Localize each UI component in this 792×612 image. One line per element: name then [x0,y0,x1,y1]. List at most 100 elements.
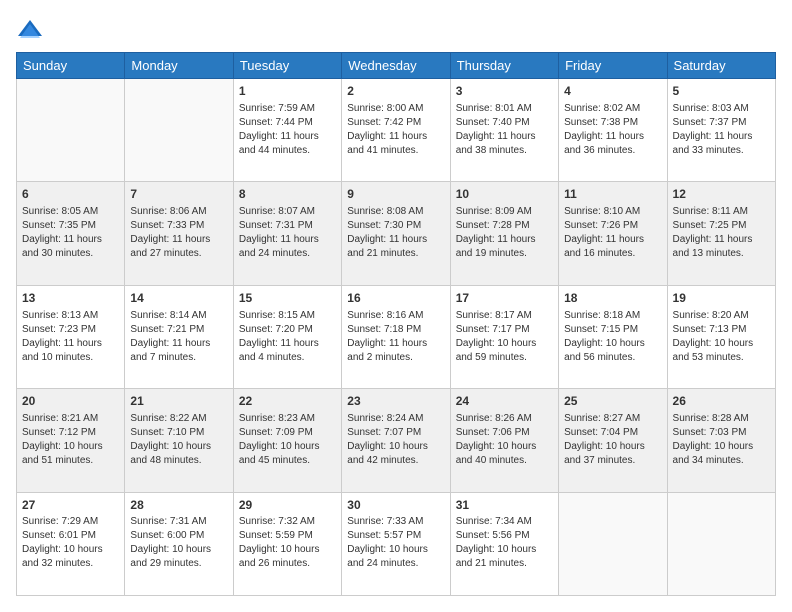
day-number: 23 [347,393,444,410]
sunset-text: Sunset: 7:17 PM [456,324,530,335]
sunset-text: Sunset: 7:12 PM [22,427,96,438]
sunrise-text: Sunrise: 8:18 AM [564,310,640,321]
sunrise-text: Sunrise: 8:24 AM [347,413,423,424]
calendar-cell: 14Sunrise: 8:14 AMSunset: 7:21 PMDayligh… [125,285,233,388]
page: SundayMondayTuesdayWednesdayThursdayFrid… [0,0,792,612]
calendar-week-row: 20Sunrise: 8:21 AMSunset: 7:12 PMDayligh… [17,389,776,492]
daylight-text: Daylight: 11 hours and 19 minutes. [456,234,536,259]
sunrise-text: Sunrise: 7:34 AM [456,516,532,527]
sunset-text: Sunset: 7:04 PM [564,427,638,438]
calendar-header-tuesday: Tuesday [233,53,341,79]
calendar-week-row: 1Sunrise: 7:59 AMSunset: 7:44 PMDaylight… [17,79,776,182]
daylight-text: Daylight: 11 hours and 4 minutes. [239,338,319,363]
daylight-text: Daylight: 11 hours and 36 minutes. [564,131,644,156]
sunset-text: Sunset: 7:03 PM [673,427,747,438]
calendar-cell: 26 Sunrise: 8:28 AM Sunset: 7:03 PM Dayligh… [667,389,775,492]
day-number: 13 [22,290,119,307]
calendar-cell: 28Sunrise: 7:31 AMSunset: 6:00 PMDayligh… [125,492,233,595]
sunset-text: Sunset: 7:20 PM [239,324,313,335]
sunrise-text: Sunrise: 8:20 AM [673,310,749,321]
sunrise-text: Sunrise: 8:22 AM [130,413,206,424]
daylight-text: Daylight: 11 hours and 13 minutes. [673,234,753,259]
day-number: 8 [239,186,336,203]
sunset-text: Sunset: 7:25 PM [673,220,747,231]
sunrise-text: Sunrise: 7:31 AM [130,516,206,527]
sunset-text: Sunset: 6:00 PM [130,530,204,541]
daylight-text: Daylight: 11 hours and 27 minutes. [130,234,210,259]
day-number: 30 [347,497,444,514]
calendar-cell: 13Sunrise: 8:13 AMSunset: 7:23 PMDayligh… [17,285,125,388]
day-number: 14 [130,290,227,307]
daylight-text: Daylight: 10 hours and 45 minutes. [239,441,320,466]
daylight-text: Daylight: 10 hours and 40 minutes. [456,441,537,466]
daylight-text: Daylight: 10 hours and 32 minutes. [22,544,103,569]
calendar-week-row: 13Sunrise: 8:13 AMSunset: 7:23 PMDayligh… [17,285,776,388]
sunset-text: Sunset: 7:37 PM [673,117,747,128]
daylight-text: Daylight: 10 hours and 24 minutes. [347,544,428,569]
day-number: 2 [347,83,444,100]
calendar-header-wednesday: Wednesday [342,53,450,79]
day-number: 18 [564,290,661,307]
calendar-cell [125,79,233,182]
calendar-header-friday: Friday [559,53,667,79]
sunset-text: Sunset: 7:09 PM [239,427,313,438]
sunset-text: Sunset: 7:13 PM [673,324,747,335]
calendar-week-row: 27Sunrise: 7:29 AMSunset: 6:01 PMDayligh… [17,492,776,595]
sunrise-text: Sunrise: 7:33 AM [347,516,423,527]
sunrise-text: Sunrise: 8:05 AM [22,206,98,217]
daylight-text: Daylight: 11 hours and 30 minutes. [22,234,102,259]
sunrise-text: Sunrise: 8:15 AM [239,310,315,321]
sunrise-text: Sunrise: 8:10 AM [564,206,640,217]
calendar-cell: 20Sunrise: 8:21 AMSunset: 7:12 PMDayligh… [17,389,125,492]
sunrise-text: Sunrise: 8:13 AM [22,310,98,321]
daylight-text: Daylight: 10 hours and 53 minutes. [673,338,754,363]
day-number: 25 [564,393,661,410]
calendar-cell: 11Sunrise: 8:10 AMSunset: 7:26 PMDayligh… [559,182,667,285]
sunset-text: Sunset: 7:35 PM [22,220,96,231]
sunset-text: Sunset: 7:30 PM [347,220,421,231]
sunrise-text: Sunrise: 8:21 AM [22,413,98,424]
sunrise-text: Sunrise: 8:16 AM [347,310,423,321]
sunrise-text: Sunrise: 8:00 AM [347,103,423,114]
daylight-text: Daylight: 10 hours and 59 minutes. [456,338,537,363]
sunrise-text: Sunrise: 8:09 AM [456,206,532,217]
sunset-text: Sunset: 7:18 PM [347,324,421,335]
calendar-cell: 31Sunrise: 7:34 AMSunset: 5:56 PMDayligh… [450,492,558,595]
calendar-cell: 4Sunrise: 8:02 AMSunset: 7:38 PMDaylight… [559,79,667,182]
daylight-text: Daylight: 10 hours and 48 minutes. [130,441,211,466]
sunset-text: Sunset: 5:56 PM [456,530,530,541]
day-number: 10 [456,186,553,203]
sunset-text: Sunset: 6:01 PM [22,530,96,541]
day-number: 31 [456,497,553,514]
calendar-header-row: SundayMondayTuesdayWednesdayThursdayFrid… [17,53,776,79]
daylight-text: Daylight: 10 hours and 42 minutes. [347,441,428,466]
day-number: 19 [673,290,770,307]
day-number: 5 [673,83,770,100]
sunset-text: Sunset: 7:10 PM [130,427,204,438]
sunset-text: Sunset: 7:07 PM [347,427,421,438]
sunrise-text: Sunrise: 8:28 AM [673,413,749,424]
calendar-table: SundayMondayTuesdayWednesdayThursdayFrid… [16,52,776,596]
calendar-cell: 29Sunrise: 7:32 AMSunset: 5:59 PMDayligh… [233,492,341,595]
sunset-text: Sunset: 7:28 PM [456,220,530,231]
calendar-header-thursday: Thursday [450,53,558,79]
sunrise-text: Sunrise: 8:08 AM [347,206,423,217]
daylight-text: Daylight: 11 hours and 33 minutes. [673,131,753,156]
sunset-text: Sunset: 7:21 PM [130,324,204,335]
sunset-text: Sunset: 7:26 PM [564,220,638,231]
calendar-cell: 7Sunrise: 8:06 AMSunset: 7:33 PMDaylight… [125,182,233,285]
calendar-header-sunday: Sunday [17,53,125,79]
sunrise-text: Sunrise: 7:32 AM [239,516,315,527]
day-number: 26 [673,393,770,410]
calendar-cell: 10 Sunrise: 8:09 AM Sunset: 7:28 PM Dayligh… [450,182,558,285]
calendar-cell: 5Sunrise: 8:03 AMSunset: 7:37 PMDaylight… [667,79,775,182]
daylight-text: Daylight: 10 hours and 34 minutes. [673,441,754,466]
day-number: 11 [564,186,661,203]
day-number: 9 [347,186,444,203]
calendar-cell [667,492,775,595]
daylight-text: Daylight: 10 hours and 26 minutes. [239,544,320,569]
logo-icon [16,16,44,44]
day-number: 21 [130,393,227,410]
calendar-cell: 17Sunrise: 8:17 AMSunset: 7:17 PMDayligh… [450,285,558,388]
day-number: 7 [130,186,227,203]
